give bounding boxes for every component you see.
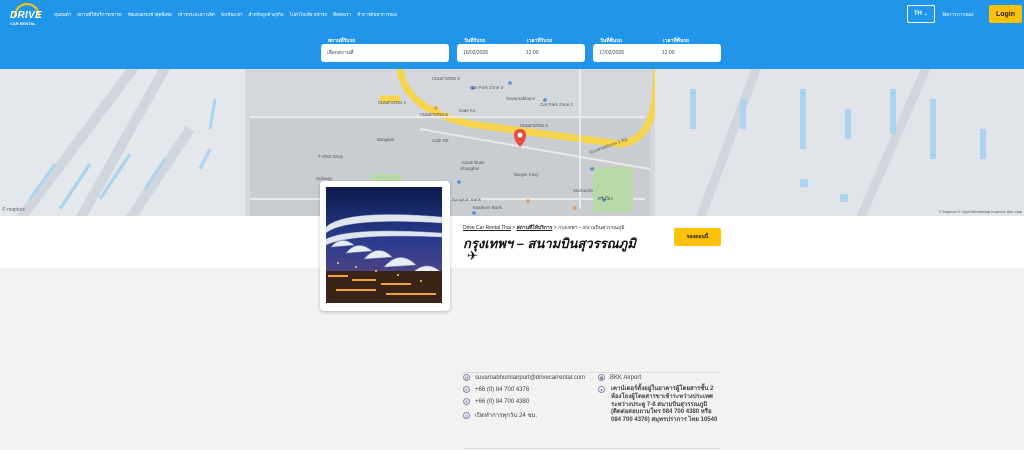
- map-label: ศรีเมือง: [598, 195, 613, 201]
- breadcrumb-home[interactable]: Drive Car Rental Thai: [463, 225, 511, 231]
- manage-booking-link[interactable]: จัดการการจอง: [942, 11, 974, 19]
- booking-search-bar: สถานที่รับรถ เลือกสถานที่ วันที่รับรถ เว…: [0, 30, 1024, 69]
- airport-photo-art: [326, 187, 442, 303]
- divider: [463, 448, 721, 449]
- page-title: กรุงเทพฯ – สนามบินสุวรรณภูมิ: [463, 236, 636, 251]
- return-date-value[interactable]: 17/02/2026: [599, 50, 662, 56]
- map-label: Kiosk Buds: [462, 160, 485, 165]
- main-nav: ทุ่นยนต์ฯ สถานที่ให้บริการเช่ารถ ข้อเสนอ…: [54, 11, 397, 18]
- logo-text: DRIVE: [10, 10, 43, 21]
- phone-icon: ☏: [463, 398, 470, 405]
- location-map[interactable]: ถนนสายรอง 5 ถนนสายรอง 6 ถนนสายรอง 4 ถนนส…: [0, 69, 1024, 216]
- phone-row: ☏ +66 (0) 84 700 4376: [463, 386, 529, 393]
- pickup-date-value[interactable]: 16/02/2026: [463, 50, 526, 56]
- location-photo-card: [320, 181, 450, 311]
- address-text: เคาน์เตอร์ตั้งอยู่ในอาคารผู้โดยสารชั้น 2…: [611, 386, 718, 424]
- map-label: Bangkok: [377, 137, 395, 142]
- map-label: Cafe D5: [432, 138, 449, 143]
- pickup-location-input[interactable]: เลือกสถานที่: [321, 44, 449, 62]
- opening-hours: เปิดทำการทุกวัน 24 ชม.: [475, 413, 538, 419]
- map-label: Car Park Zone 2: [540, 102, 574, 107]
- mapbox-logo[interactable]: © mapbox: [2, 207, 25, 213]
- nav-item[interactable]: เช่ารถระยะยาวเลิศ: [178, 11, 215, 18]
- building-icon: ▣: [598, 374, 605, 381]
- airport-code-row: ▣ BKK Airport: [598, 374, 641, 381]
- drive-logo[interactable]: DRIVE CAR RENTAL: [8, 3, 44, 27]
- breadcrumb: Drive Car Rental Thai > สถานที่ให้บริการ…: [463, 224, 625, 232]
- login-button[interactable]: Login: [989, 5, 1022, 23]
- pickup-datetime-field[interactable]: 16/02/2026 12:00: [457, 44, 585, 62]
- phone-link[interactable]: +66 (0) 84 700 4376: [475, 387, 529, 393]
- hours-row: ◷ เปิดทำการทุกวัน 24 ชม.: [463, 410, 537, 420]
- language-selector[interactable]: TH ⌄: [907, 5, 935, 23]
- breadcrumb-current: กรุงเทพฯ – สนามบินสุวรรณภูมิ: [558, 225, 625, 231]
- map-canvas[interactable]: ถนนสายรอง 5 ถนนสายรอง 6 ถนนสายรอง 4 ถนนส…: [0, 69, 1024, 216]
- nav-item[interactable]: ทำการค้นหาการจอง: [357, 11, 397, 18]
- map-label: ถนนสายรอง 6: [520, 123, 548, 128]
- map-label: Bangkok Bank: [452, 197, 482, 202]
- nav-item[interactable]: ไปท่าไปเที่ยวเช่ารถ: [290, 11, 328, 18]
- divider: [463, 372, 721, 373]
- map-label: Suvarnabhumi: [506, 96, 535, 101]
- email-link[interactable]: suvarnabhumiairport@drivecarrental.com: [475, 375, 585, 381]
- map-label: Shanghai: [460, 166, 479, 171]
- return-time-value[interactable]: 12:00: [662, 50, 675, 56]
- map-label: Gate K1: [459, 108, 476, 113]
- map-label: ถนนสายรอง 5: [432, 76, 460, 81]
- airport-code: BKK Airport: [610, 374, 642, 381]
- nav-item[interactable]: สถานที่ให้บริการเช่ารถ: [77, 11, 121, 18]
- breadcrumb-section[interactable]: สถานที่ให้บริการ: [517, 225, 553, 231]
- map-label: Burger King: [514, 172, 538, 177]
- nav-item[interactable]: สำหรับลูกค้าธุรกิจ: [248, 11, 283, 18]
- logo-subtext: CAR RENTAL: [10, 21, 36, 26]
- phone-link[interactable]: +66 (0) 84 700 4380: [475, 399, 529, 405]
- address-row: ●: [598, 386, 605, 393]
- map-attribution[interactable]: © Mapbox © OpenStreetMap Improve this ma…: [939, 209, 1023, 214]
- phone-row: ☏ +66 (0) 84 700 4380: [463, 398, 529, 405]
- nav-item[interactable]: ติดต่อเรา: [333, 11, 351, 18]
- email-icon: @: [463, 374, 470, 381]
- nav-item[interactable]: ทุ่นยนต์ฯ: [54, 11, 71, 18]
- clock-icon: ◷: [463, 411, 470, 419]
- chevron-down-icon: ⌄: [923, 11, 929, 17]
- pickup-time-value[interactable]: 12:00: [526, 50, 539, 56]
- book-now-button[interactable]: จองตอนนี้: [674, 228, 721, 246]
- map-label: Kasikorn Bank: [473, 205, 503, 210]
- nav-item[interactable]: ข้อเสนอรถเช่าสุดพิเศษ: [128, 11, 172, 18]
- airplane-icon: ✈: [467, 248, 478, 263]
- nav-item[interactable]: รถเชียงเชฯ: [221, 11, 243, 18]
- phone-icon: ☏: [463, 386, 470, 393]
- map-label: Starbucks: [573, 188, 594, 193]
- airport-photo: [326, 187, 442, 303]
- email-row: @ suvarnabhumiairport@drivecarrental.com: [463, 374, 585, 381]
- map-label: ถนนสายรอง 6: [420, 112, 448, 117]
- top-header: DRIVE CAR RENTAL ทุ่นยนต์ฯ สถานที่ให้บริ…: [0, 0, 1024, 30]
- map-label: Car Park Zone 3: [470, 85, 504, 90]
- map-label: ถนนสายรอง 4: [378, 100, 406, 105]
- return-datetime-field[interactable]: 17/02/2026 12:00: [593, 44, 721, 62]
- location-pin-icon: ●: [598, 386, 605, 393]
- map-label: T-Shirt Shop: [318, 154, 344, 159]
- language-label: TH: [913, 11, 922, 17]
